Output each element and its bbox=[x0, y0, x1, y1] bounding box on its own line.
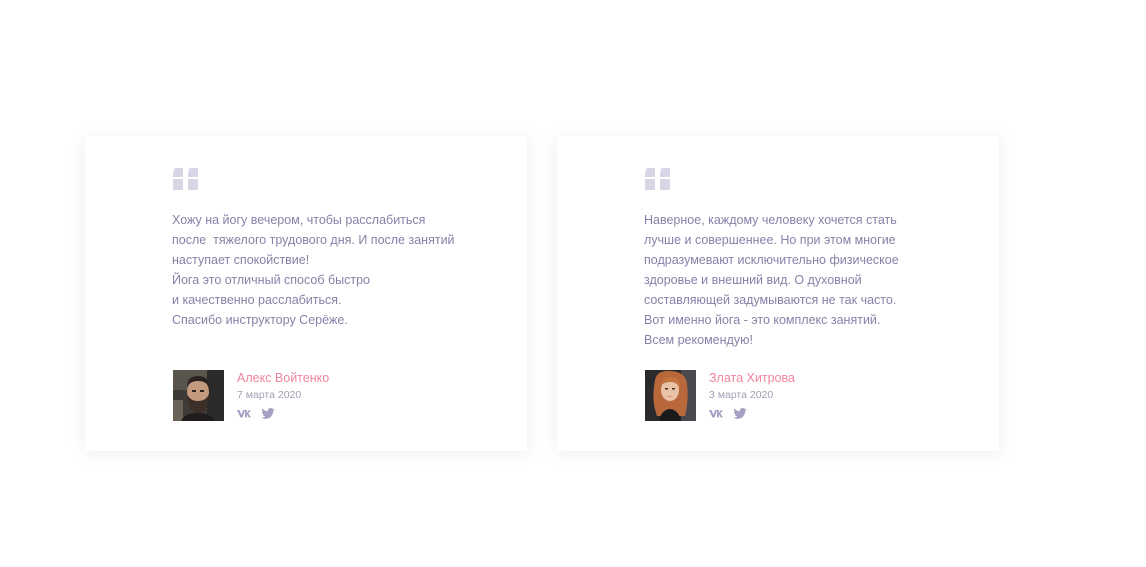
vk-icon[interactable] bbox=[237, 409, 251, 418]
twitter-icon[interactable] bbox=[733, 408, 747, 419]
twitter-icon[interactable] bbox=[261, 408, 275, 419]
testimonial-text-line: Йога это отличный способ быстро bbox=[172, 273, 370, 287]
testimonial-text: Наверное, каждому человеку хочется стать… bbox=[644, 210, 964, 350]
testimonial-text-line: Спасибо инструктору Серёже. bbox=[172, 313, 348, 327]
testimonials-section: Хожу на йогу вечером, чтобы расслабиться… bbox=[85, 136, 999, 451]
review-date: 7 марта 2020 bbox=[237, 389, 302, 401]
testimonial-card: Хожу на йогу вечером, чтобы расслабиться… bbox=[85, 136, 527, 451]
testimonial-text-line: составляющей задумываются не так часто. bbox=[644, 293, 897, 307]
testimonial-text-line: Хожу на йогу вечером, чтобы расслабиться bbox=[172, 213, 426, 227]
testimonial-text-line: после тяжелого трудового дня. И после за… bbox=[172, 233, 455, 247]
author-name: Алекс Войтенко bbox=[237, 371, 330, 385]
testimonial-text-line: и качественно расслабиться. bbox=[172, 293, 342, 307]
testimonial-text-line: Всем рекомендую! bbox=[644, 333, 753, 347]
vk-icon[interactable] bbox=[709, 409, 723, 418]
testimonial-text-line: Вот именно йога - это комплекс занятий. bbox=[644, 313, 881, 327]
testimonial-text-line: здоровье и внешний вид. О духовной bbox=[644, 273, 862, 287]
quote-icon bbox=[173, 168, 198, 190]
quote-icon bbox=[645, 168, 670, 190]
avatar bbox=[645, 370, 696, 421]
avatar bbox=[173, 370, 224, 421]
testimonial-text-line: Наверное, каждому человеку хочется стать bbox=[644, 213, 897, 227]
social-links bbox=[709, 408, 795, 419]
social-links bbox=[237, 408, 329, 419]
author-block: Алекс Войтенко 7 марта 2020 bbox=[173, 370, 329, 421]
author-info: Алекс Войтенко 7 марта 2020 bbox=[237, 370, 329, 419]
author-info: Злата Хитрова 3 марта 2020 bbox=[709, 370, 795, 419]
review-date: 3 марта 2020 bbox=[709, 389, 774, 401]
testimonial-text-line: наступает спокойствие! bbox=[172, 253, 310, 267]
testimonial-text-line: подразумевают исключительно физическое bbox=[644, 253, 899, 267]
testimonial-card: Наверное, каждому человеку хочется стать… bbox=[557, 136, 999, 451]
testimonial-text-line: лучше и совершеннее. Но при этом многие bbox=[644, 233, 896, 247]
testimonial-text: Хожу на йогу вечером, чтобы расслабиться… bbox=[172, 210, 492, 330]
author-block: Злата Хитрова 3 марта 2020 bbox=[645, 370, 795, 421]
author-name: Злата Хитрова bbox=[709, 371, 795, 385]
